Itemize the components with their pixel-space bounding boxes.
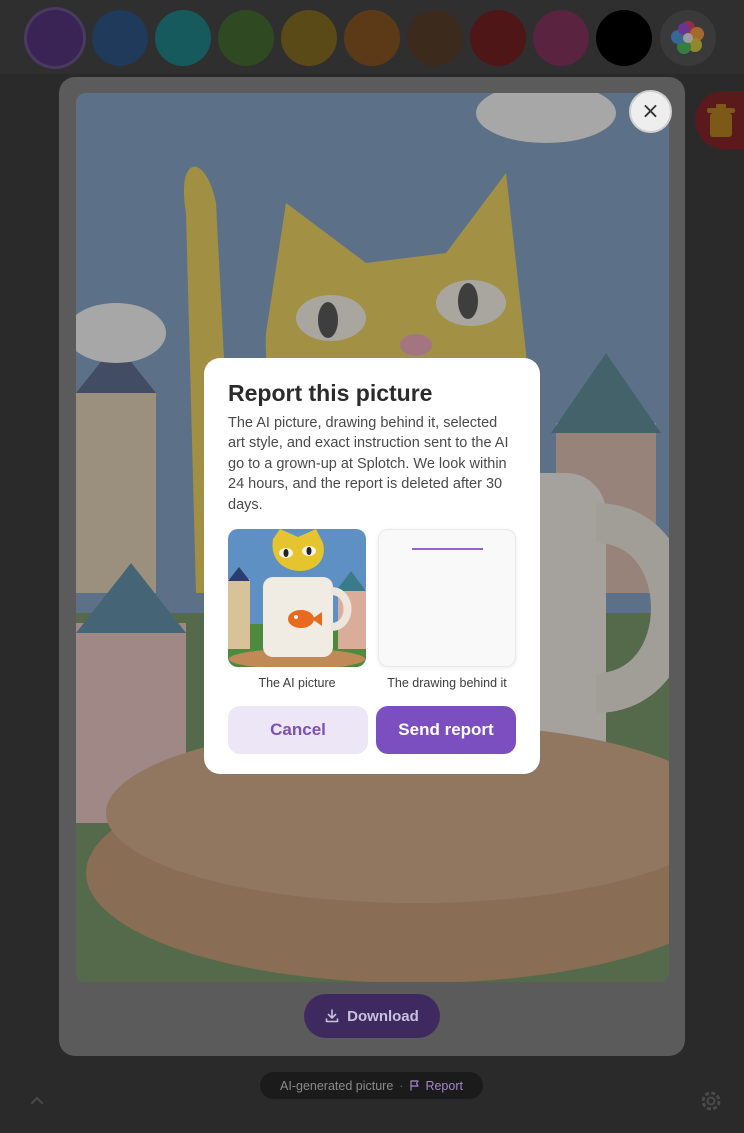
swatch-pink[interactable] xyxy=(533,10,589,66)
drawing-caption: The drawing behind it xyxy=(387,676,507,690)
delete-button[interactable] xyxy=(695,91,744,149)
close-icon: × xyxy=(641,99,660,124)
download-label: Download xyxy=(347,1007,419,1025)
separator: · xyxy=(399,1078,404,1093)
drawing-stroke xyxy=(412,548,483,550)
download-icon xyxy=(325,1009,339,1023)
cancel-button[interactable]: Cancel xyxy=(228,706,368,754)
drawing-thumbnail xyxy=(378,529,516,667)
swatch-teal[interactable] xyxy=(155,10,211,66)
swatch-brown[interactable] xyxy=(407,10,463,66)
dialog-description: The AI picture, drawing behind it, selec… xyxy=(228,415,509,513)
swatch-red[interactable] xyxy=(470,10,526,66)
rainbow-swatch[interactable] xyxy=(660,10,716,66)
send-report-button[interactable]: Send report xyxy=(376,706,516,754)
trash-icon xyxy=(707,104,735,137)
swatch-orange[interactable] xyxy=(344,10,400,66)
swatch-green[interactable] xyxy=(218,10,274,66)
swatch-yellow[interactable] xyxy=(281,10,337,66)
swatch-navy[interactable] xyxy=(92,10,148,66)
close-button[interactable]: × xyxy=(629,90,672,133)
gear-icon[interactable] xyxy=(698,1088,724,1114)
ai-picture-caption: The AI picture xyxy=(258,676,336,690)
report-link[interactable]: Report xyxy=(409,1079,463,1093)
download-button[interactable]: Download xyxy=(304,994,440,1038)
dialog-title: Report this picture xyxy=(228,380,433,406)
report-link-label: Report xyxy=(425,1078,463,1093)
ai-picture-image xyxy=(228,529,366,667)
ai-generated-badge: AI-generated picture · Report xyxy=(260,1072,483,1099)
color-palette xyxy=(0,0,744,74)
ai-generated-label: AI-generated picture xyxy=(280,1078,394,1093)
ai-picture-thumbnail xyxy=(228,529,366,667)
swatch-purple[interactable] xyxy=(27,10,83,66)
flag-icon xyxy=(410,1080,420,1091)
chevron-up-icon[interactable] xyxy=(28,1092,46,1110)
report-dialog: Report this picture The AI picture, draw… xyxy=(204,358,540,774)
flower-icon xyxy=(671,21,704,54)
swatch-black[interactable] xyxy=(596,10,652,66)
